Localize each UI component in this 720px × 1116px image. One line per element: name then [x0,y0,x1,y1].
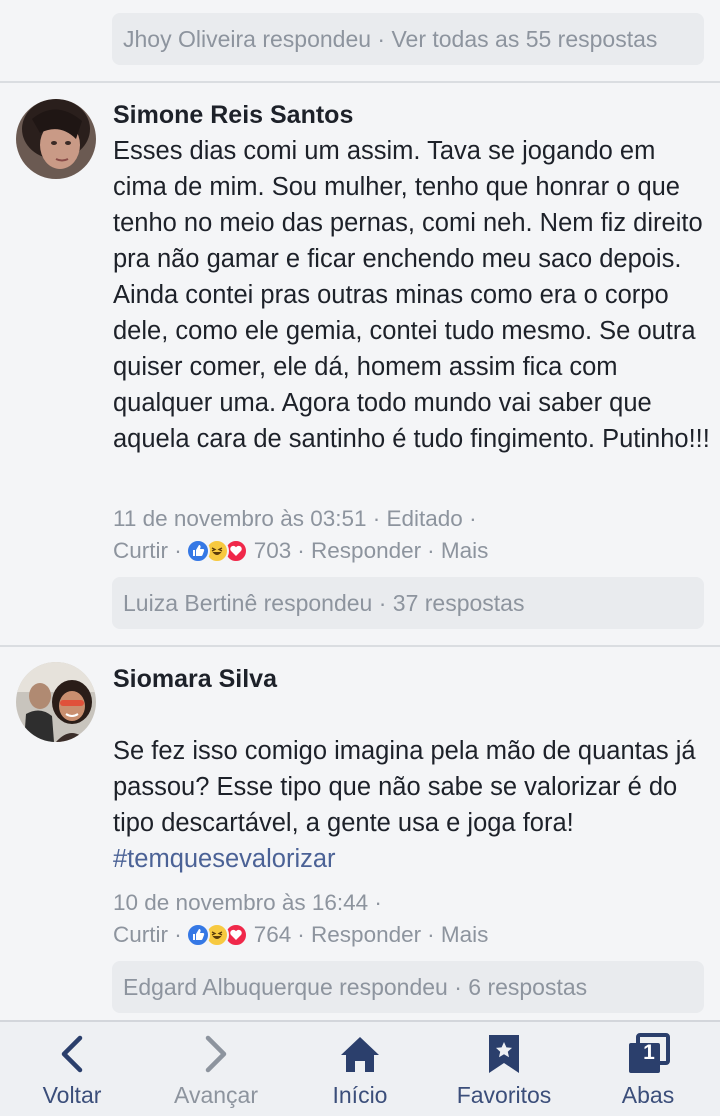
nav-favorites[interactable]: Favoritos [432,1022,576,1116]
comment-author[interactable]: Siomara Silva [113,665,277,694]
comment-author[interactable]: Simone Reis Santos [113,101,353,130]
like-button[interactable]: Curtir · [113,919,182,951]
bookmark-star-icon [486,1032,522,1076]
reply-summary[interactable]: Luiza Bertinê respondeu · 37 respostas [112,577,704,629]
chevron-left-icon [58,1032,86,1076]
nav-forward-label: Avançar [174,1082,258,1108]
nav-home[interactable]: Início [288,1022,432,1116]
avatar[interactable] [16,99,96,179]
comment-actions: Curtir · 703 · Responder · Mais [113,535,488,567]
tabs-icon: 1 [626,1032,670,1076]
divider [0,81,720,83]
comment-timestamp: 10 de novembro às 16:44 · [113,890,382,915]
chevron-right-icon [202,1032,230,1076]
comment-text: Se fez isso comigo imagina pela mão de q… [113,697,713,913]
like-button[interactable]: Curtir · [113,535,182,567]
hashtag-link[interactable]: #temquesevalorizar [113,841,713,877]
reactions[interactable] [185,539,250,563]
reply-summary[interactable]: Edgard Albuquerque respondeu · 6 respost… [112,961,704,1013]
reactions[interactable] [185,923,250,947]
comment-text: Esses dias comi um assim. Tava se jogand… [113,137,710,453]
home-icon [338,1032,382,1076]
comment-actions: Curtir · 764 · Responder · Mais [113,919,488,951]
nav-home-label: Início [332,1082,388,1108]
reply-summary-top[interactable]: Jhoy Oliveira respondeu · Ver todas as 5… [112,13,704,65]
nav-tabs-label: Abas [621,1082,675,1108]
nav-back-label: Voltar [42,1082,102,1108]
more-button[interactable]: · Mais [427,535,488,567]
divider [0,645,720,647]
nav-forward[interactable]: Avançar [144,1022,288,1116]
reaction-count[interactable]: 703 [254,535,292,567]
reply-button[interactable]: · Responder [297,919,421,951]
avatar[interactable] [16,662,96,742]
comment-timestamp: 11 de novembro às 03:51 · Editado · [113,506,477,531]
nav-back[interactable]: Voltar [0,1022,144,1116]
reaction-count[interactable]: 764 [254,919,292,951]
like-reaction-icon [185,923,210,947]
nav-favorites-label: Favoritos [456,1082,552,1108]
like-reaction-icon [185,539,210,563]
reply-button[interactable]: · Responder [297,535,421,567]
nav-tabs[interactable]: 1 Abas [576,1022,720,1116]
bottom-navigation: Voltar Avançar Início Favoritos 1 Abas [0,1020,720,1116]
more-button[interactable]: · Mais [427,919,488,951]
comment-text-body: Se fez isso comigo imagina pela mão de q… [113,737,696,837]
tabs-count: 1 [643,1041,655,1064]
